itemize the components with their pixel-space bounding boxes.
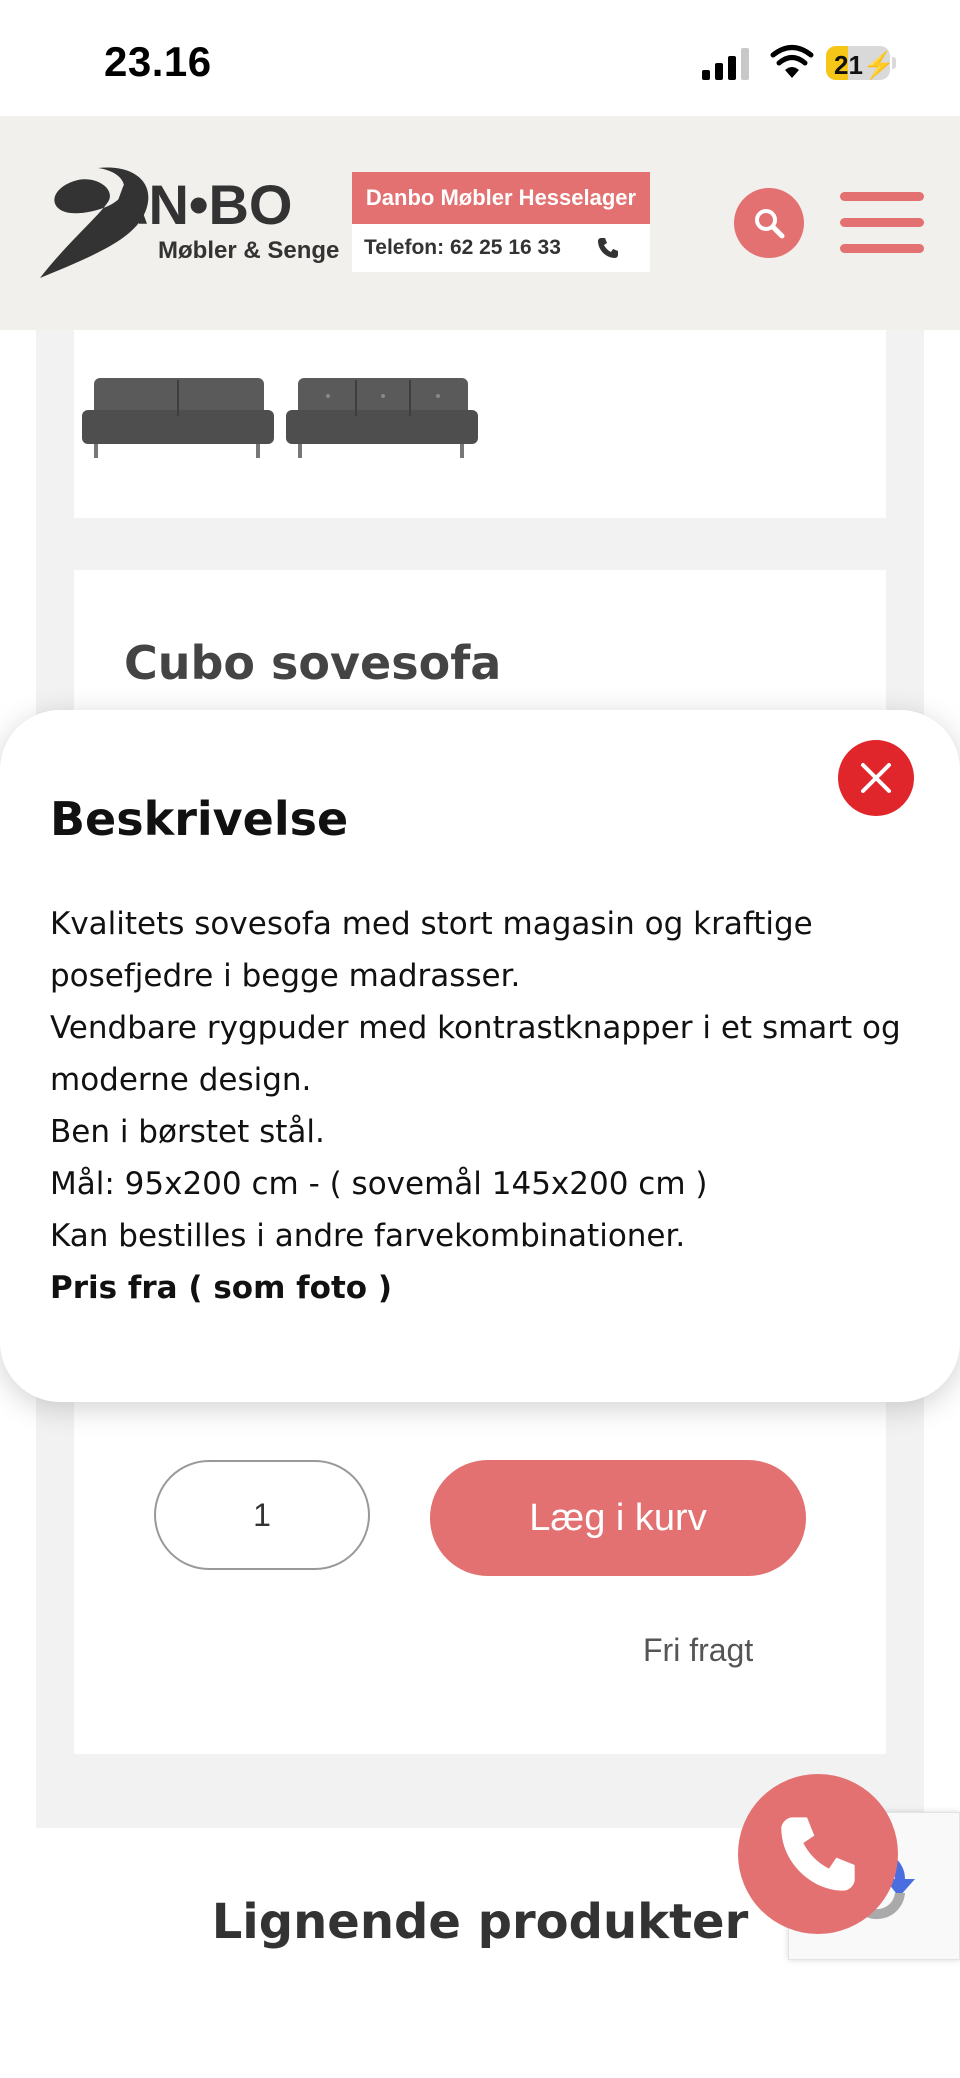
search-button[interactable] [734,188,804,258]
description-line: Kan bestilles i andre farvekombinationer… [50,1218,686,1254]
call-button[interactable] [738,1774,898,1934]
cellular-signal-icon [702,48,749,80]
description-line: Kvalitets sovesofa med stort magasin og … [50,906,813,942]
site-header: AN•BO Møbler & Senge Danbo Møbler Hessel… [0,116,960,330]
description-modal: Beskrivelse Kvalitets sovesofa med stort… [0,710,960,1402]
quantity-input[interactable]: 1 [154,1460,370,1570]
status-bar: 23.16 21⚡ [0,0,960,116]
page: 23.16 21⚡ AN•BO Møbler & Senge Danbo Møb… [0,0,960,2078]
product-title: Cubo sovesofa [124,636,502,690]
phone-icon [781,1817,855,1891]
shipping-info: Fri fragt [643,1632,754,1668]
danbo-logo[interactable]: AN•BO Møbler & Senge [38,162,348,280]
wifi-icon [770,45,814,78]
battery-level: 21⚡ [834,50,890,80]
price-note: Pris fra ( som foto ) [50,1270,393,1306]
status-time: 23.16 [104,38,212,85]
add-to-cart-button[interactable]: Læg i kurv [430,1460,806,1576]
product-thumbnail[interactable] [80,370,276,462]
description-line: Vendbare rygpuder med kontrastknapper i … [50,1010,901,1046]
description-line: moderne design. [50,1062,312,1098]
close-icon [861,763,891,793]
hamburger-menu-icon [840,192,924,201]
search-icon [755,209,785,239]
description-line: Ben i børstet stål. [50,1114,325,1150]
modal-title: Beskrivelse [50,792,349,846]
description-line: posefjedre i begge madrasser. [50,958,521,994]
hamburger-menu-button[interactable] [840,192,924,254]
svg-text:Møbler & Senge: Møbler & Senge [158,237,339,264]
phone-icon [598,238,618,258]
store-info: Danbo Møbler Hesselager Telefon: 62 25 1… [352,172,650,272]
product-description: Kvalitets sovesofa med stort magasin og … [50,898,930,1314]
store-phone-row[interactable]: Telefon: 62 25 16 33 [352,224,650,272]
product-thumbnail[interactable] [284,370,480,462]
svg-text:AN•BO: AN•BO [108,173,293,236]
store-name[interactable]: Danbo Møbler Hesselager [352,172,650,224]
description-line: Mål: 95x200 cm - ( sovemål 145x200 cm ) [50,1166,708,1202]
battery-charging-icon: 21⚡ [826,44,896,82]
modal-close-button[interactable] [838,740,914,816]
store-phone[interactable]: Telefon: 62 25 16 33 [364,236,561,260]
